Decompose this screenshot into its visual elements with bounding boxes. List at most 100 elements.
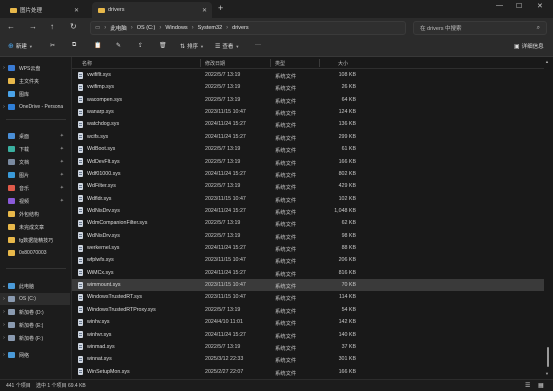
sidebar-item[interactable]: ⌄ 此电脑	[0, 280, 70, 292]
sort-button[interactable]: ⇅ 排序 ▼	[180, 42, 204, 51]
chevron-icon[interactable]: ›	[0, 296, 8, 302]
chevron-icon[interactable]: ›	[0, 65, 8, 71]
cut-icon[interactable]: ✂	[50, 42, 55, 49]
sidebar-item[interactable]: 主文件夹	[0, 75, 70, 87]
chevron-icon[interactable]: ›	[0, 335, 8, 341]
tab-drivers[interactable]: drivers ✕	[92, 2, 212, 18]
scroll-up-icon[interactable]: ▲	[545, 59, 549, 64]
file-type: 系统文件	[275, 98, 297, 105]
vertical-scrollbar[interactable]: ▲ ▼	[545, 57, 551, 379]
file-size: 142 KB	[338, 319, 356, 326]
sidebar-item[interactable]: › OS (C:)	[0, 293, 70, 305]
table-row[interactable]: wanarp.sys 2023/11/15 10:47 系统文件 124 KB	[72, 106, 544, 118]
close-window-button[interactable]: ✕	[537, 2, 543, 10]
table-row[interactable]: winhv.sys 2024/4/10 11:01 系统文件 142 KB	[72, 316, 544, 328]
table-row[interactable]: wimmount.sys 2023/11/15 10:47 系统文件 70 KB	[72, 279, 544, 292]
sidebar-item[interactable]: 外包结构	[0, 208, 70, 220]
tab-image-processing[interactable]: 图片处理 ✕	[4, 2, 84, 18]
chevron-icon[interactable]: ›	[0, 104, 8, 110]
maximize-button[interactable]: ☐	[516, 2, 522, 10]
column-divider[interactable]	[200, 59, 201, 67]
sidebar-item[interactable]: › 新加卷 (D:)	[0, 306, 70, 318]
table-row[interactable]: WindowsTrustedRTProxy.sys 2022/5/7 13:19 系…	[72, 304, 544, 316]
close-icon[interactable]: ✕	[74, 7, 79, 14]
delete-icon[interactable]: 🗑	[159, 42, 167, 49]
chevron-icon[interactable]: ›	[0, 322, 8, 328]
sidebar-item[interactable]: 视频 ✦	[0, 195, 70, 207]
minimize-button[interactable]: —	[496, 2, 503, 9]
table-row[interactable]: vwififlt.sys 2022/5/7 13:19 系统文件 108 KB	[72, 69, 544, 81]
up-button[interactable]: ↑	[50, 22, 54, 31]
forward-button[interactable]: →	[29, 22, 37, 31]
sidebar-item[interactable]: 未完成文章	[0, 221, 70, 233]
column-header-type[interactable]: 类型	[275, 60, 285, 67]
sidebar-item[interactable]: fg数据能精技巧	[0, 234, 70, 246]
scrollbar-thumb[interactable]	[547, 347, 549, 367]
sidebar-item[interactable]: 图库	[0, 88, 70, 100]
sidebar-item[interactable]: 音乐 ✦	[0, 182, 70, 194]
sidebar-item[interactable]: › 新加卷 (F:)	[0, 332, 70, 344]
breadcrumb-item[interactable]: Windows	[165, 25, 187, 31]
chevron-icon[interactable]: ›	[0, 352, 8, 358]
table-row[interactable]: WdFilter.sys 2022/5/7 13:19 系统文件 429 KB	[72, 180, 544, 192]
table-row[interactable]: WinSetupMon.sys 2025/2/27 22:07 系统文件 166 KB	[72, 366, 544, 378]
column-divider[interactable]	[270, 59, 271, 67]
new-tab-button[interactable]: +	[218, 3, 223, 13]
tiles-view-icon[interactable]: ▦	[538, 382, 544, 389]
table-row[interactable]: winmad.sys 2022/5/7 13:19 系统文件 37 KB	[72, 341, 544, 353]
table-row[interactable]: WdBoot.sys 2022/5/7 13:19 系统文件 61 KB	[72, 143, 544, 155]
cloud-icon	[8, 65, 15, 71]
sidebar-item[interactable]: › OneDrive - Persona	[0, 101, 70, 113]
table-row[interactable]: WdNisDrv.sys 2024/11/24 15:27 系统文件 1,048 KB	[72, 205, 544, 217]
sidebar-item[interactable]: 下载 ✦	[0, 143, 70, 155]
search-input[interactable]: 在 drivers 中搜索 ⌕	[413, 21, 547, 35]
table-row[interactable]: WiMCx.sys 2024/11/24 15:27 系统文件 816 KB	[72, 267, 544, 279]
chevron-icon[interactable]: ⌄	[0, 283, 8, 289]
sidebar-item[interactable]: › 网络	[0, 349, 70, 361]
file-name: winhvr.sys	[87, 331, 112, 338]
sidebar-item[interactable]: › 新加卷 (E:)	[0, 319, 70, 331]
scroll-down-icon[interactable]: ▼	[545, 371, 549, 376]
table-row[interactable]: winnat.sys 2025/3/12 22:33 系统文件 301 KB	[72, 353, 544, 365]
table-row[interactable]: wcifs.sys 2024/11/24 15:27 系统文件 299 KB	[72, 131, 544, 143]
table-row[interactable]: WdNisDrv.sys 2022/5/7 13:19 系统文件 98 KB	[72, 230, 544, 242]
table-row[interactable]: WdmCompanionFilter.sys 2022/5/7 13:19 系统文件…	[72, 217, 544, 229]
table-row[interactable]: vwifimp.sys 2022/5/7 13:19 系统文件 26 KB	[72, 81, 544, 93]
more-options-icon[interactable]: ···	[255, 42, 261, 48]
sidebar-item[interactable]: 图片 ✦	[0, 169, 70, 181]
new-button[interactable]: ⊕ 新建 ▼	[8, 42, 33, 50]
breadcrumb-item[interactable]: OS (C:)	[137, 25, 156, 31]
column-divider[interactable]	[319, 59, 320, 67]
close-icon[interactable]: ✕	[202, 7, 207, 14]
table-row[interactable]: wfplwfs.sys 2023/11/15 10:47 系统文件 206 KB	[72, 254, 544, 266]
breadcrumb-item[interactable]: 此电脑	[110, 24, 127, 32]
paste-icon[interactable]: 📋	[94, 42, 101, 49]
details-button[interactable]: ▣ 详细信息	[514, 42, 544, 51]
sidebar-item[interactable]: 0x80070003	[0, 247, 70, 259]
details-view-icon[interactable]: ☰	[525, 382, 530, 389]
table-row[interactable]: werkernel.sys 2024/11/24 15:27 系统文件 88 KB	[72, 242, 544, 254]
table-row[interactable]: wacompen.sys 2022/5/7 13:19 系统文件 64 KB	[72, 94, 544, 106]
table-row[interactable]: watchdog.sys 2024/11/24 15:27 系统文件 136 KB	[72, 118, 544, 130]
sidebar-item[interactable]: › WPS云盘	[0, 62, 70, 74]
breadcrumb-item[interactable]: System32	[198, 25, 222, 31]
column-header-size[interactable]: 大小	[338, 60, 348, 67]
back-button[interactable]: ←	[7, 22, 15, 31]
view-button[interactable]: ☰ 查看 ▼	[215, 42, 239, 51]
copy-icon[interactable]: ⧉	[72, 42, 76, 49]
column-header-name[interactable]: 名称	[82, 60, 92, 67]
refresh-button[interactable]: ↻	[70, 22, 77, 31]
breadcrumb-item[interactable]: drivers	[232, 25, 249, 31]
table-row[interactable]: WindowsTrustedRT.sys 2023/11/15 10:47 系统文件…	[72, 291, 544, 303]
table-row[interactable]: WdDevFlt.sys 2022/5/7 13:19 系统文件 166 KB	[72, 156, 544, 168]
rename-icon[interactable]: ✎	[116, 42, 121, 49]
sidebar-item[interactable]: 文档 ✦	[0, 156, 70, 168]
share-icon[interactable]: ⇪	[138, 42, 143, 49]
breadcrumb[interactable]: ▭ › 此电脑 › OS (C:) › Windows › System32 ›…	[90, 21, 406, 35]
table-row[interactable]: winhvr.sys 2024/11/24 15:27 系统文件 140 KB	[72, 329, 544, 341]
sidebar-item[interactable]: 桌面 ✦	[0, 130, 70, 142]
table-row[interactable]: Wdfldr.sys 2023/11/15 10:47 系统文件 102 KB	[72, 193, 544, 205]
chevron-icon[interactable]: ›	[0, 309, 8, 315]
table-row[interactable]: Wdf01000.sys 2024/11/24 15:27 系统文件 802 KB	[72, 168, 544, 180]
column-header-date[interactable]: 修改日期	[205, 60, 225, 67]
